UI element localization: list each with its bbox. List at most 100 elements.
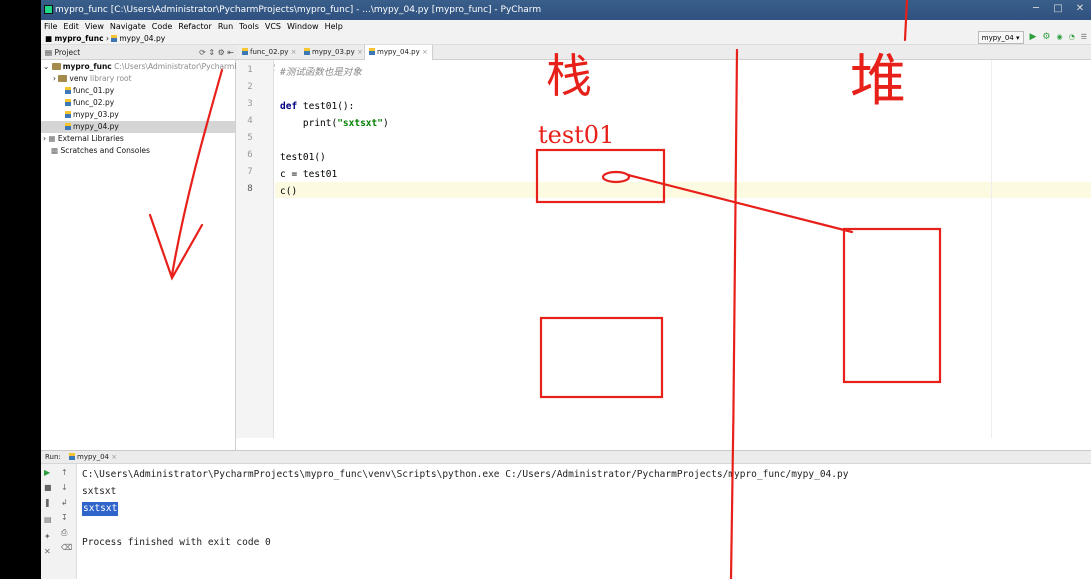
breadcrumb-project[interactable]: mypro_func: [54, 34, 103, 43]
minimize-button[interactable]: ─: [1029, 3, 1043, 15]
scratch-icon: ▩: [51, 146, 59, 155]
settings-icon[interactable]: ☰: [1081, 33, 1087, 41]
chevron-down-icon[interactable]: ⌄: [43, 62, 49, 71]
code-line-8: c(): [280, 186, 298, 197]
chevron-right-icon[interactable]: ›: [43, 134, 46, 143]
run-config-select[interactable]: mypy_04 ▾: [977, 30, 1024, 44]
close-button[interactable]: ✕: [1073, 3, 1087, 15]
line-number: 2: [247, 82, 253, 92]
python-file-icon: [242, 48, 248, 55]
tree-item-mypy-03[interactable]: mypy_03.py: [65, 109, 119, 121]
line-number: 4: [247, 116, 253, 126]
profile-icon[interactable]: ◔: [1069, 33, 1075, 41]
code-editor[interactable]: #测试函数也是对象 def test01(): print("sxtsxt") …: [275, 60, 1091, 438]
function-signature: test01():: [297, 101, 355, 112]
run-config-label: mypy_04: [981, 33, 1014, 42]
pycharm-logo-icon: [44, 5, 53, 14]
run-icon[interactable]: ▶: [1030, 32, 1037, 42]
folder-icon: ■: [45, 34, 53, 43]
tree-item-label: mypy_03.py: [73, 110, 119, 119]
rerun-icon[interactable]: ▶: [44, 468, 50, 477]
menu-vcs[interactable]: VCS: [265, 20, 281, 33]
run-panel-title: Run:: [45, 453, 61, 461]
console-output-line-selected: sxtsxt: [82, 502, 119, 516]
gear-icon[interactable]: ⚙: [218, 48, 225, 57]
tree-item-scratches[interactable]: ▩ Scratches and Consoles: [51, 145, 150, 157]
folder-icon: [51, 63, 61, 70]
menu-tools[interactable]: Tools: [239, 20, 259, 33]
hide-icon[interactable]: ⇤: [227, 48, 234, 57]
project-panel-tools: ⟳ ⇕ ⚙ ⇤: [199, 45, 234, 60]
python-file-icon: [65, 87, 71, 94]
tree-item-label: mypy_04.py: [73, 122, 119, 131]
line-number: 3: [247, 99, 253, 109]
project-view-icon: ▤: [45, 48, 53, 57]
menu-help[interactable]: Help: [325, 20, 343, 33]
right-margin-guide: [991, 60, 992, 438]
pause-icon[interactable]: ❚: [44, 498, 51, 507]
menu-code[interactable]: Code: [152, 20, 172, 33]
menu-file[interactable]: File: [44, 20, 57, 33]
run-console[interactable]: C:\Users\Administrator\PycharmProjects\m…: [77, 464, 1091, 579]
python-file-icon: [304, 48, 310, 55]
chevron-right-icon[interactable]: ›: [53, 74, 56, 83]
code-line-1: #测试函数也是对象: [280, 67, 362, 78]
tree-item-func-01[interactable]: func_01.py: [65, 85, 114, 97]
close-icon[interactable]: ×: [422, 48, 428, 56]
tree-item-venv[interactable]: › venv library root: [53, 73, 132, 85]
up-arrow-icon[interactable]: ↑: [61, 468, 68, 477]
pin-icon[interactable]: ✦: [44, 532, 51, 541]
debug-icon[interactable]: ⚙: [1042, 32, 1050, 42]
python-file-icon: [65, 111, 71, 118]
project-panel-title[interactable]: Project: [54, 48, 80, 57]
menu-window[interactable]: Window: [287, 20, 319, 33]
line-number: 8: [247, 184, 253, 194]
tree-item-external-libraries[interactable]: › ▦ External Libraries: [43, 133, 124, 145]
tree-item-mypy-04[interactable]: mypy_04.py: [41, 121, 235, 133]
close-icon[interactable]: ×: [111, 453, 117, 461]
soft-wrap-icon[interactable]: ↲: [61, 498, 68, 507]
menu-refactor[interactable]: Refactor: [178, 20, 212, 33]
library-icon: ▦: [48, 134, 56, 143]
menu-edit[interactable]: Edit: [63, 20, 79, 33]
maximize-button[interactable]: □: [1051, 3, 1065, 15]
code-line-3: def test01():: [280, 99, 354, 115]
tree-item-func-02[interactable]: func_02.py: [65, 97, 114, 109]
code-line-7: c = test01: [280, 169, 338, 180]
layout-icon[interactable]: ▤: [44, 515, 52, 524]
folder-icon: [58, 75, 68, 82]
print-icon[interactable]: ⎙: [61, 528, 67, 538]
line-number: 7: [247, 167, 253, 177]
tree-item-label: Scratches and Consoles: [60, 146, 150, 155]
breadcrumb: ■ mypro_func › mypy_04.py: [41, 33, 1091, 45]
tree-item-label: External Libraries: [57, 134, 124, 143]
tab-mypy-03[interactable]: mypy_03.py ×: [300, 45, 367, 60]
close-icon[interactable]: ×: [291, 48, 297, 56]
close-run-icon[interactable]: ✕: [44, 547, 51, 556]
tab-func-02[interactable]: func_02.py ×: [238, 45, 301, 60]
close-icon[interactable]: ×: [357, 48, 363, 56]
line-gutter: 1 2 3 4 5 6 7 8: [236, 60, 274, 438]
trash-icon[interactable]: ⌫: [61, 543, 72, 552]
stop-icon[interactable]: ■: [44, 483, 52, 492]
scroll-end-icon[interactable]: ↧: [61, 513, 68, 522]
menu-view[interactable]: View: [85, 20, 104, 33]
console-output-line: sxtsxt: [82, 486, 117, 497]
tree-item-label: func_02.py: [73, 98, 115, 107]
line-number: 1: [247, 65, 253, 75]
run-tab[interactable]: mypy_04 ×: [69, 453, 117, 461]
menu-navigate[interactable]: Navigate: [110, 20, 146, 33]
collapse-icon[interactable]: ⇕: [208, 48, 215, 57]
tab-mypy-04[interactable]: mypy_04.py ×: [364, 45, 433, 60]
keyword-def: def: [280, 101, 298, 112]
menu-run[interactable]: Run: [218, 20, 233, 33]
down-arrow-icon[interactable]: ↓: [61, 483, 68, 492]
project-panel-header: ▤ Project ⟳ ⇕ ⚙ ⇤: [41, 45, 236, 60]
breadcrumb-file[interactable]: mypy_04.py: [119, 34, 165, 43]
current-line-highlight: [275, 182, 1091, 198]
tab-label: mypy_04.py: [377, 48, 420, 56]
python-file-icon: [65, 99, 71, 106]
coverage-icon[interactable]: ◉: [1057, 33, 1063, 41]
sync-icon[interactable]: ⟳: [199, 48, 206, 57]
title-bar: mypro_func [C:\Users\Administrator\Pycha…: [41, 0, 1091, 20]
